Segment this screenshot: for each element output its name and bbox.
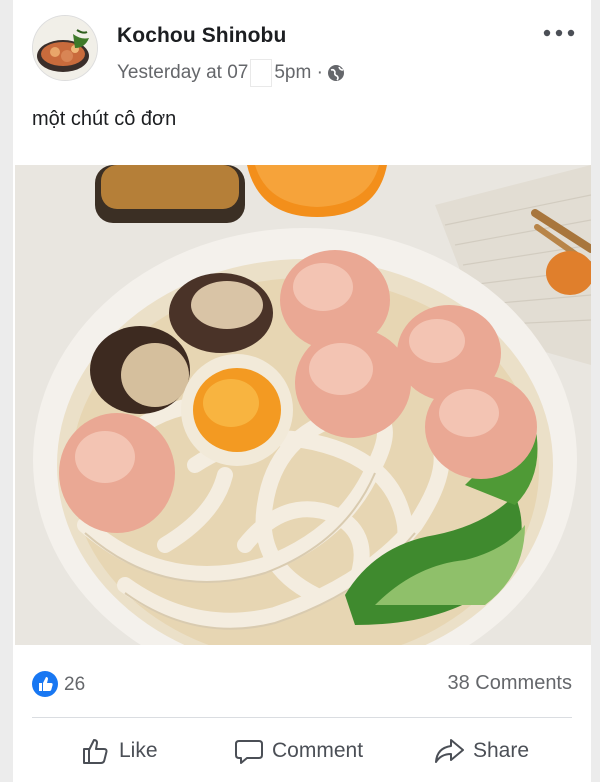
redaction-box xyxy=(250,59,273,87)
post-card: Kochou Shinobu Yesterday at 07 5pm · một… xyxy=(13,0,591,782)
comment-label: Comment xyxy=(272,739,364,762)
timestamp-text-end: 5pm · xyxy=(274,62,323,83)
share-label: Share xyxy=(473,739,530,762)
comment-button[interactable]: Comment xyxy=(234,731,363,771)
post-actions: Like Comment Share xyxy=(13,725,591,777)
timestamp-text-start: Yesterday at 07 xyxy=(117,62,249,83)
divider xyxy=(32,717,572,718)
like-reaction-icon[interactable] xyxy=(32,671,58,697)
globe-icon xyxy=(327,65,344,81)
thumbs-up-icon xyxy=(83,739,108,764)
like-count[interactable]: 26 xyxy=(64,674,85,696)
post-header: Kochou Shinobu Yesterday at 07 5pm · xyxy=(13,0,591,95)
post-timestamp[interactable]: Yesterday at 07 5pm · xyxy=(117,59,345,87)
author-name[interactable]: Kochou Shinobu xyxy=(117,24,286,48)
comments-count[interactable]: 38 Comments xyxy=(448,672,573,695)
author-avatar[interactable] xyxy=(33,16,97,80)
comment-icon xyxy=(235,740,263,764)
more-options-icon[interactable] xyxy=(541,22,577,44)
post-stats: 26 38 Comments xyxy=(13,663,591,703)
like-label: Like xyxy=(119,739,158,762)
post-photo[interactable] xyxy=(15,165,591,645)
share-button[interactable]: Share xyxy=(433,731,529,771)
like-button[interactable]: Like xyxy=(81,731,158,771)
post-caption: một chút cô đơn xyxy=(32,108,177,130)
share-icon xyxy=(435,739,464,763)
